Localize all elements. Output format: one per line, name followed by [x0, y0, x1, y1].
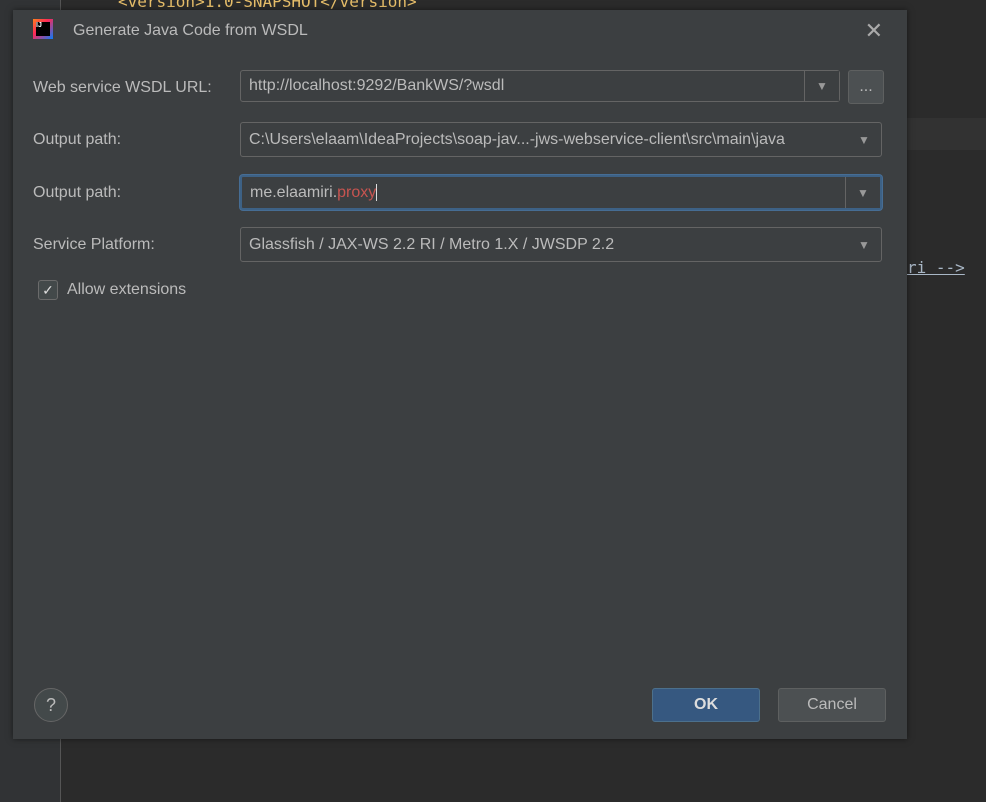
generate-java-code-dialog: IJ Generate Java Code from WSDL ✕ Web se…	[13, 10, 907, 739]
package-combobox[interactable]: me.elaamiri.proxy ▼	[240, 175, 882, 210]
code-fragment: ri -->	[907, 258, 965, 277]
package-label: Output path:	[33, 184, 122, 201]
package-value[interactable]: me.elaamiri.proxy	[250, 184, 378, 202]
ok-button[interactable]: OK	[652, 688, 760, 722]
browse-button[interactable]: ...	[848, 70, 884, 104]
wsdl-url-combobox[interactable]: http://localhost:9292/BankWS/?wsdl ▼	[240, 70, 840, 102]
cancel-button[interactable]: Cancel	[778, 688, 886, 722]
chevron-down-icon[interactable]: ▼	[847, 123, 881, 156]
platform-select[interactable]: Glassfish / JAX-WS 2.2 RI / Metro 1.X / …	[240, 227, 882, 262]
package-error-text: proxy	[337, 184, 378, 201]
output-path-label: Output path:	[33, 131, 122, 148]
allow-extensions-label[interactable]: Allow extensions	[67, 281, 186, 299]
output-path-value: C:\Users\elaam\IdeaProjects\soap-jav...-…	[249, 131, 785, 148]
platform-value: Glassfish / JAX-WS 2.2 RI / Metro 1.X / …	[249, 236, 615, 253]
current-line-highlight	[907, 118, 986, 150]
help-button[interactable]: ?	[34, 688, 68, 722]
package-prefix: me.elaamiri.	[250, 184, 338, 201]
output-path-combobox[interactable]: C:\Users\elaam\IdeaProjects\soap-jav...-…	[240, 122, 882, 157]
platform-label: Service Platform:	[33, 236, 155, 253]
wsdl-url-value: http://localhost:9292/BankWS/?wsdl	[249, 77, 505, 94]
dialog-title: Generate Java Code from WSDL	[73, 22, 308, 39]
wsdl-url-label: Web service WSDL URL:	[33, 79, 212, 96]
intellij-logo-icon: IJ	[33, 19, 53, 39]
code-line: ri -->	[907, 258, 965, 277]
close-icon[interactable]: ✕	[865, 18, 883, 44]
chevron-down-icon[interactable]: ▼	[804, 71, 839, 101]
chevron-down-icon[interactable]: ▼	[845, 177, 880, 208]
chevron-down-icon[interactable]: ▼	[847, 228, 881, 261]
allow-extensions-checkbox[interactable]: ✓	[38, 280, 58, 300]
